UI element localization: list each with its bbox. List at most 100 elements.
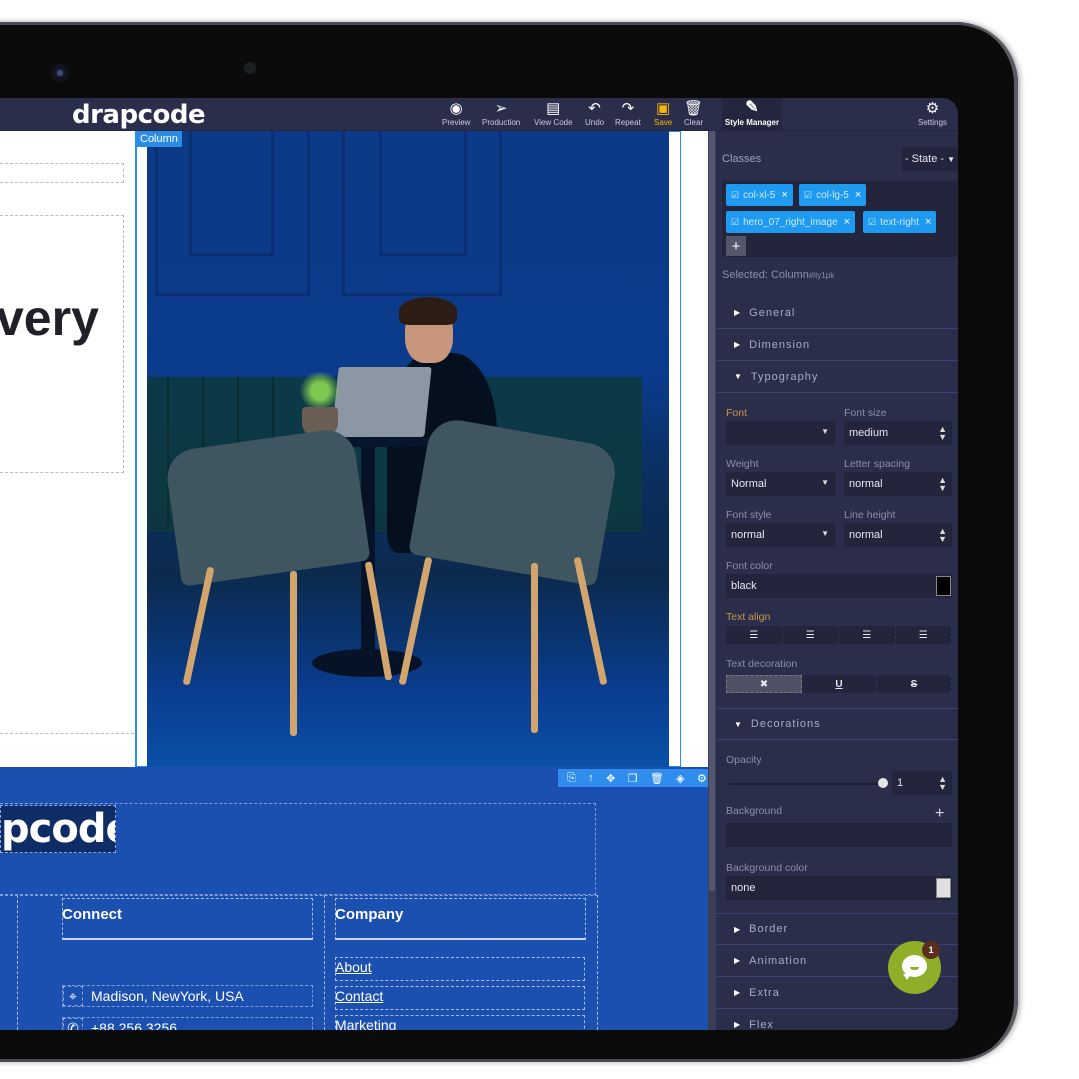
scrollbar-thumb[interactable] [709,131,715,891]
repeat-button[interactable]: ↷ Repeat [615,100,641,127]
font-color-label: Font color [726,560,773,572]
class-tag[interactable]: ☑ col-xl-5 × [726,184,793,206]
background-color-input[interactable]: none [726,876,952,900]
footer-section[interactable]: ⎘ ↑ ✥ ❐ 🗑 ◈ ⚙ pcode Connect Company [0,767,708,1030]
checkbox-icon[interactable]: ☑ [731,190,739,201]
contact-link[interactable]: Contact [335,988,383,1004]
state-select[interactable]: - State - ▼ [902,147,958,171]
chat-bubble-tail [903,974,911,980]
column-divider [324,895,325,1030]
checkbox-icon[interactable]: ☑ [868,217,876,228]
underline-icon[interactable]: U [802,675,877,693]
column-badge: Column [136,131,182,147]
view-code-button[interactable]: ▤ View Code [534,100,573,127]
tablet-frame: drapcode ◉ Preview ➢ Production ▤ View C… [0,22,1018,1062]
spinner-icon[interactable]: ▲ ▼ [938,425,947,442]
spinner-icon[interactable]: ▲ ▼ [938,527,947,544]
font-color-swatch[interactable] [936,576,951,596]
paper-plane-icon: ➢ [494,100,508,117]
close-icon[interactable]: × [844,216,850,228]
clear-button[interactable]: 🗑 Clear [684,100,703,127]
weight-select[interactable]: Normal ▼ [726,472,835,496]
class-tag[interactable]: ☑ col-lg-5 × [799,184,867,206]
letter-spacing-input[interactable]: normal ▲ ▼ [844,472,952,496]
person-hair [399,297,457,325]
address-item[interactable]: ⌖ Madison, NewYork, USA [62,985,313,1007]
opacity-input[interactable]: 1 ▲ ▼ [892,771,952,795]
hide-icon[interactable]: ◈ [676,772,684,785]
address-text: Madison, NewYork, USA [91,988,244,1004]
divider [0,733,134,734]
preview-button[interactable]: ◉ Preview [442,100,470,127]
move-icon[interactable]: ✥ [606,772,615,785]
arrow-up-icon[interactable]: ↑ [588,772,594,784]
none-decoration-icon[interactable]: ✖ [726,675,802,693]
hero-heading[interactable]: very [0,289,99,347]
font-size-input[interactable]: medium ▲ ▼ [844,421,952,445]
section-dimension[interactable]: ▶ Dimension [716,329,958,361]
opacity-slider-handle[interactable] [878,778,888,788]
font-style-select[interactable]: normal ▼ [726,523,835,547]
undo-button[interactable]: ↶ Undo [585,100,604,127]
background-layers[interactable] [726,823,952,847]
settings-button[interactable]: ⚙ Settings [918,100,947,127]
strikethrough-icon[interactable]: S [877,675,952,693]
caret-right-icon: ▶ [734,956,742,965]
code-icon[interactable]: ⎘ [567,772,576,785]
opacity-slider[interactable] [730,783,882,785]
hero-image[interactable] [147,131,669,767]
chair-leg [290,571,297,736]
tag-label: text-right [880,216,919,228]
section-typography[interactable]: ▼ Typography [716,361,958,393]
font-select[interactable]: ▼ [726,421,835,445]
class-tag[interactable]: ☑ text-right × [863,211,937,233]
column-divider [17,895,18,1030]
checkbox-icon[interactable]: ☑ [804,190,812,201]
weight-label: Weight [726,458,759,470]
style-manager-button[interactable]: ✎ Style Manager [722,98,782,130]
wall-panel [189,131,274,256]
section-decorations[interactable]: ▼ Decorations [716,708,958,740]
close-icon[interactable]: × [781,189,787,201]
editor-canvas[interactable]: very Column ⎘ ↑ ✥ ❐ 🗑 ◈ ⚙ pcod Connect C… [0,131,708,1030]
settings-label: Settings [918,118,947,127]
placeholder-block[interactable] [0,163,124,183]
canvas-scrollbar[interactable] [708,131,716,1030]
align-right-icon[interactable]: ☰ [839,626,896,644]
font-color-input[interactable]: black [726,574,952,598]
close-icon[interactable]: × [925,216,931,228]
section-label: Dimension [749,338,811,351]
delete-icon[interactable]: 🗑 [650,772,664,785]
spinner-icon[interactable]: ▲ ▼ [938,775,947,792]
style-manager-panel: Classes - State - ▼ ☑ col-xl-5 × ☑ col-lg-5… [716,131,958,1030]
section-flex[interactable]: ▶ Flex [716,1009,958,1030]
line-height-label: Line height [844,509,896,521]
class-tag[interactable]: ☑ hero_07_right_image × [726,211,856,233]
about-link[interactable]: About [335,959,372,975]
phone-item[interactable]: ✆ +88 256 3256 [62,1017,313,1030]
spinner-icon[interactable]: ▲ ▼ [938,476,947,493]
add-background-icon[interactable]: + [935,805,944,823]
checkbox-icon[interactable]: ☑ [731,217,739,228]
chair-leg [531,563,538,733]
save-icon: ▣ [656,100,671,117]
section-general[interactable]: ▶ General [716,297,958,329]
align-center-icon[interactable]: ☰ [783,626,839,644]
close-icon[interactable]: × [855,189,861,201]
letter-spacing-value: normal [849,478,883,490]
align-justify-icon[interactable]: ☰ [896,626,952,644]
chevron-down-icon: ▼ [947,154,956,164]
settings-icon[interactable]: ⚙ [697,772,707,785]
footer-logo[interactable]: pcode [0,805,116,853]
copy-icon[interactable]: ❐ [628,772,638,785]
marketing-link[interactable]: Marketing [335,1017,396,1030]
text-decoration-group: ✖ U S [726,675,952,693]
hero-text-column[interactable]: very [0,131,136,767]
line-height-input[interactable]: normal ▲ ▼ [844,523,952,547]
background-color-swatch[interactable] [936,878,951,898]
align-left-icon[interactable]: ☰ [726,626,783,644]
save-button[interactable]: ▣ Save [654,100,672,127]
add-class-button[interactable]: + [726,236,746,256]
production-button[interactable]: ➢ Production [482,100,520,127]
section-border[interactable]: ▶ Border [716,913,958,945]
